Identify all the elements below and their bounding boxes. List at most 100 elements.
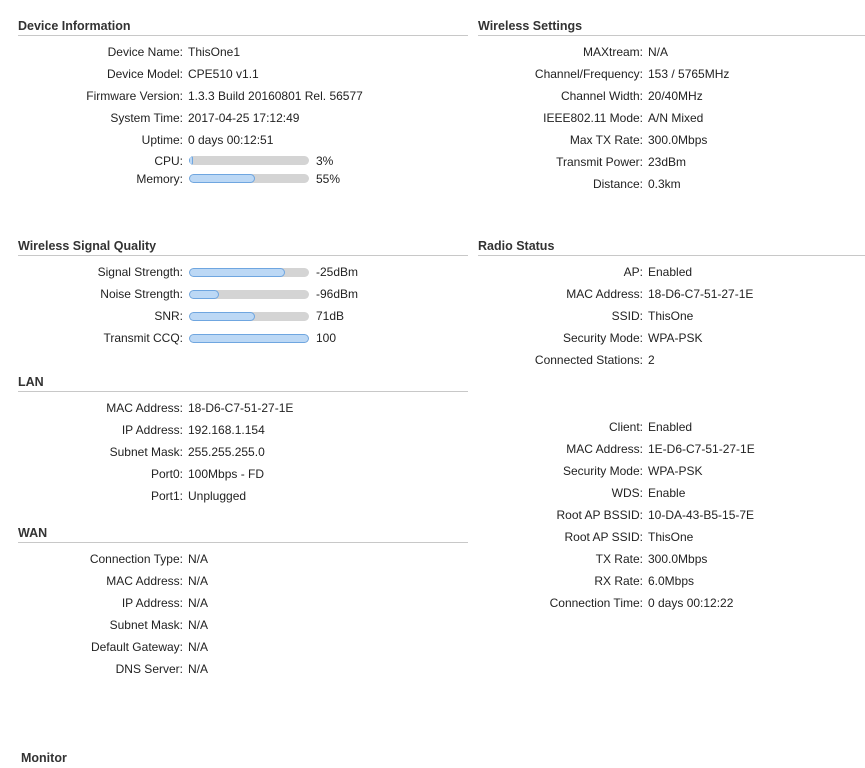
distance-row: Distance: 0.3km bbox=[478, 173, 865, 195]
transmit-power-value: 23dBm bbox=[648, 155, 687, 169]
noise-strength-value: -96dBm bbox=[316, 287, 359, 301]
wireless-settings-title: Wireless Settings bbox=[478, 19, 865, 36]
connection-time-label: Connection Time: bbox=[549, 596, 643, 610]
lan-ip-row: IP Address: 192.168.1.154 bbox=[18, 419, 468, 441]
device-information-title: Device Information bbox=[18, 19, 468, 36]
transmit-ccq-fill bbox=[189, 334, 309, 343]
memory-label: Memory: bbox=[136, 172, 183, 186]
channel-width-value: 20/40MHz bbox=[648, 89, 703, 103]
transmit-ccq-value: 100 bbox=[316, 331, 337, 345]
wds-label: WDS: bbox=[611, 486, 643, 500]
connected-stations-label: Connected Stations: bbox=[534, 353, 643, 367]
cpu-usage-bar bbox=[189, 156, 309, 165]
lan-subnet-value: 255.255.255.0 bbox=[188, 445, 265, 459]
root-ap-ssid-value: ThisOne bbox=[648, 530, 694, 544]
lan-section: LAN MAC Address: 18-D6-C7-51-27-1E IP Ad… bbox=[18, 375, 468, 507]
signal-quality-rows: Signal Strength: -25dBm Noise Strength: … bbox=[18, 261, 468, 349]
ap-security-mode-value: WPA-PSK bbox=[648, 331, 703, 345]
rx-rate-row: RX Rate: 6.0Mbps bbox=[478, 570, 865, 592]
ap-value: Enabled bbox=[648, 265, 693, 279]
signal-strength-value: -25dBm bbox=[316, 265, 359, 279]
device-name-label: Device Name: bbox=[107, 45, 183, 59]
transmit-power-label: Transmit Power: bbox=[556, 155, 643, 169]
lan-title: LAN bbox=[18, 375, 468, 392]
wireless-settings-rows: MAXtream: N/A Channel/Frequency: 153 / 5… bbox=[478, 41, 865, 195]
port1-value: Unplugged bbox=[188, 489, 247, 503]
ap-row: AP: Enabled bbox=[478, 261, 865, 283]
system-time-value: 2017-04-25 17:12:49 bbox=[188, 111, 300, 125]
wan-rows: Connection Type: N/A MAC Address: N/A IP… bbox=[18, 548, 468, 680]
lan-ip-label: IP Address: bbox=[121, 423, 183, 437]
client-mac-label: MAC Address: bbox=[566, 442, 643, 456]
connected-stations-value: 2 bbox=[648, 353, 655, 367]
client-row: Client: Enabled bbox=[478, 416, 865, 438]
root-ap-ssid-label: Root AP SSID: bbox=[564, 530, 644, 544]
maxtream-label: MAXtream: bbox=[582, 45, 643, 59]
wan-section: WAN Connection Type: N/A MAC Address: N/… bbox=[18, 526, 468, 680]
ap-mac-label: MAC Address: bbox=[566, 287, 643, 301]
client-value: Enabled bbox=[648, 420, 693, 434]
memory-percent: 55% bbox=[316, 172, 341, 186]
uptime-label: Uptime: bbox=[141, 133, 183, 147]
connected-stations-row: Connected Stations: 2 bbox=[478, 349, 865, 371]
signal-strength-label: Signal Strength: bbox=[97, 265, 183, 279]
ap-mac-value: 18-D6-C7-51-27-1E bbox=[648, 287, 754, 301]
firmware-version-row: Firmware Version: 1.3.3 Build 20160801 R… bbox=[18, 85, 468, 107]
distance-label: Distance: bbox=[592, 177, 643, 191]
max-tx-rate-row: Max TX Rate: 300.0Mbps bbox=[478, 129, 865, 151]
system-time-label: System Time: bbox=[110, 111, 183, 125]
uptime-value: 0 days 00:12:51 bbox=[188, 133, 274, 147]
connection-time-value: 0 days 00:12:22 bbox=[648, 596, 734, 610]
wan-dns-row: DNS Server: N/A bbox=[18, 658, 468, 680]
maxtream-value: N/A bbox=[648, 45, 669, 59]
ieee-mode-label: IEEE802.11 Mode: bbox=[543, 111, 643, 125]
wireless-signal-quality-section: Wireless Signal Quality Signal Strength:… bbox=[18, 239, 468, 349]
tx-rate-label: TX Rate: bbox=[595, 552, 643, 566]
ap-mac-row: MAC Address: 18-D6-C7-51-27-1E bbox=[478, 283, 865, 305]
tx-rate-row: TX Rate: 300.0Mbps bbox=[478, 548, 865, 570]
max-tx-rate-label: Max TX Rate: bbox=[569, 133, 643, 147]
wan-mac-row: MAC Address: N/A bbox=[18, 570, 468, 592]
cpu-label: CPU: bbox=[154, 154, 183, 168]
device-name-value: ThisOne1 bbox=[188, 45, 241, 59]
tx-rate-value: 300.0Mbps bbox=[648, 552, 708, 566]
wan-connection-type-value: N/A bbox=[188, 552, 209, 566]
channel-frequency-row: Channel/Frequency: 153 / 5765MHz bbox=[478, 63, 865, 85]
signal-strength-fill bbox=[189, 268, 285, 277]
signal-strength-bar bbox=[189, 268, 309, 277]
radio-status-title: Radio Status bbox=[478, 239, 865, 256]
device-name-row: Device Name: ThisOne1 bbox=[18, 41, 468, 63]
root-ap-ssid-row: Root AP SSID: ThisOne bbox=[478, 526, 865, 548]
firmware-version-value: 1.3.3 Build 20160801 Rel. 56577 bbox=[188, 89, 363, 103]
lan-subnet-label: Subnet Mask: bbox=[109, 445, 183, 459]
ssid-row: SSID: ThisOne bbox=[478, 305, 865, 327]
monitor-title: Monitor bbox=[21, 751, 67, 765]
channel-frequency-label: Channel/Frequency: bbox=[534, 67, 643, 81]
wan-title: WAN bbox=[18, 526, 468, 543]
rx-rate-value: 6.0Mbps bbox=[648, 574, 695, 588]
snr-fill bbox=[189, 312, 255, 321]
client-security-mode-label: Security Mode: bbox=[562, 464, 643, 478]
channel-width-row: Channel Width: 20/40MHz bbox=[478, 85, 865, 107]
snr-row: SNR: 71dB bbox=[18, 305, 468, 327]
wan-dns-value: N/A bbox=[188, 662, 209, 676]
channel-width-label: Channel Width: bbox=[560, 89, 643, 103]
port1-row: Port1: Unplugged bbox=[18, 485, 468, 507]
device-information-rows: Device Name: ThisOne1 Device Model: CPE5… bbox=[18, 41, 468, 188]
wan-ip-row: IP Address: N/A bbox=[18, 592, 468, 614]
lan-ip-value: 192.168.1.154 bbox=[188, 423, 265, 437]
lan-mac-value: 18-D6-C7-51-27-1E bbox=[188, 401, 294, 415]
transmit-ccq-label: Transmit CCQ: bbox=[103, 331, 183, 345]
cpu-percent: 3% bbox=[316, 154, 334, 168]
lan-subnet-row: Subnet Mask: 255.255.255.0 bbox=[18, 441, 468, 463]
distance-value: 0.3km bbox=[648, 177, 681, 191]
device-model-row: Device Model: CPE510 v1.1 bbox=[18, 63, 468, 85]
noise-strength-row: Noise Strength: -96dBm bbox=[18, 283, 468, 305]
wds-row: WDS: Enable bbox=[478, 482, 865, 504]
port0-label: Port0: bbox=[150, 467, 183, 481]
client-label: Client: bbox=[608, 420, 643, 434]
ap-security-mode-row: Security Mode: WPA-PSK bbox=[478, 327, 865, 349]
root-ap-bssid-label: Root AP BSSID: bbox=[556, 508, 644, 522]
client-security-mode-value: WPA-PSK bbox=[648, 464, 703, 478]
snr-value: 71dB bbox=[316, 309, 345, 323]
